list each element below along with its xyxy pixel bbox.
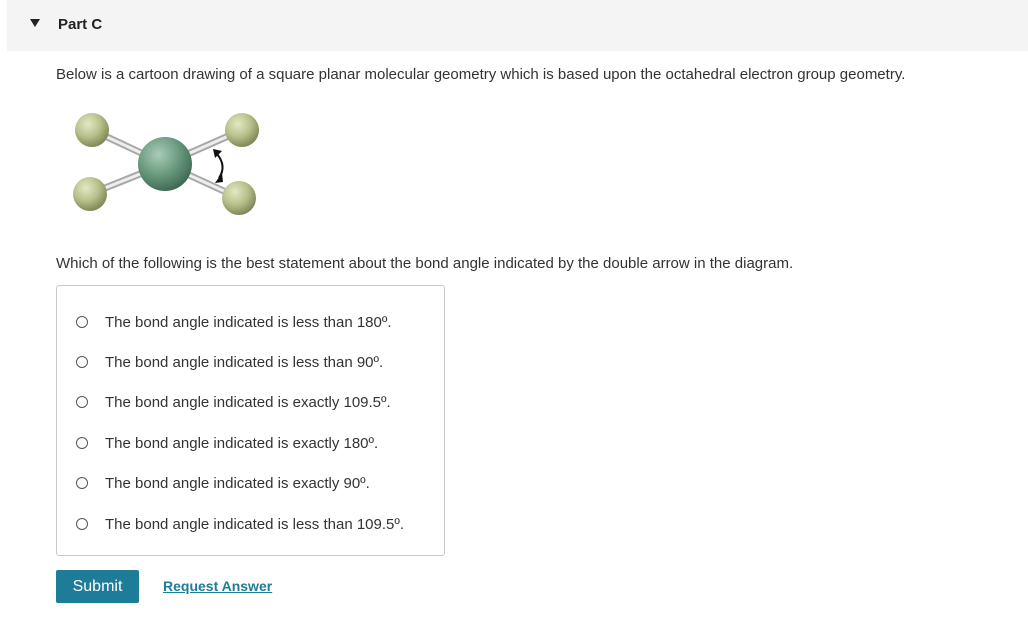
ligand-atom-top-left: [75, 113, 109, 147]
choice-label: The bond angle indicated is less than 90…: [105, 353, 384, 371]
answer-choices-group: The bond angle indicated is less than 18…: [56, 285, 445, 556]
radio-button[interactable]: [76, 316, 88, 328]
choice-label: The bond angle indicated is exactly 180º…: [105, 434, 379, 452]
square-planar-molecule-diagram: [73, 113, 259, 215]
question-text: Which of the following is the best state…: [56, 255, 794, 272]
radio-button[interactable]: [76, 518, 88, 530]
radio-button[interactable]: [76, 437, 88, 449]
radio-button[interactable]: [76, 356, 88, 368]
ligand-atom-bottom-right: [222, 181, 256, 215]
radio-button[interactable]: [76, 477, 88, 489]
double-arrow-icon: [213, 149, 224, 183]
request-answer-link[interactable]: Request Answer: [163, 578, 272, 594]
radio-button[interactable]: [76, 396, 88, 408]
central-atom: [138, 137, 192, 191]
choice-label: The bond angle indicated is less than 10…: [105, 515, 405, 533]
choice-label: The bond angle indicated is exactly 90º.: [105, 474, 370, 492]
choice-label: The bond angle indicated is less than 18…: [105, 313, 392, 331]
collapse-caret-icon[interactable]: [30, 19, 40, 27]
submit-button[interactable]: Submit: [56, 570, 139, 603]
intro-text: Below is a cartoon drawing of a square p…: [56, 66, 906, 83]
part-header[interactable]: Part C: [7, 0, 1028, 51]
choice-label: The bond angle indicated is exactly 109.…: [105, 393, 391, 411]
ligand-atom-bottom-left: [73, 177, 107, 211]
part-title: Part C: [58, 16, 103, 33]
ligand-atom-top-right: [225, 113, 259, 147]
